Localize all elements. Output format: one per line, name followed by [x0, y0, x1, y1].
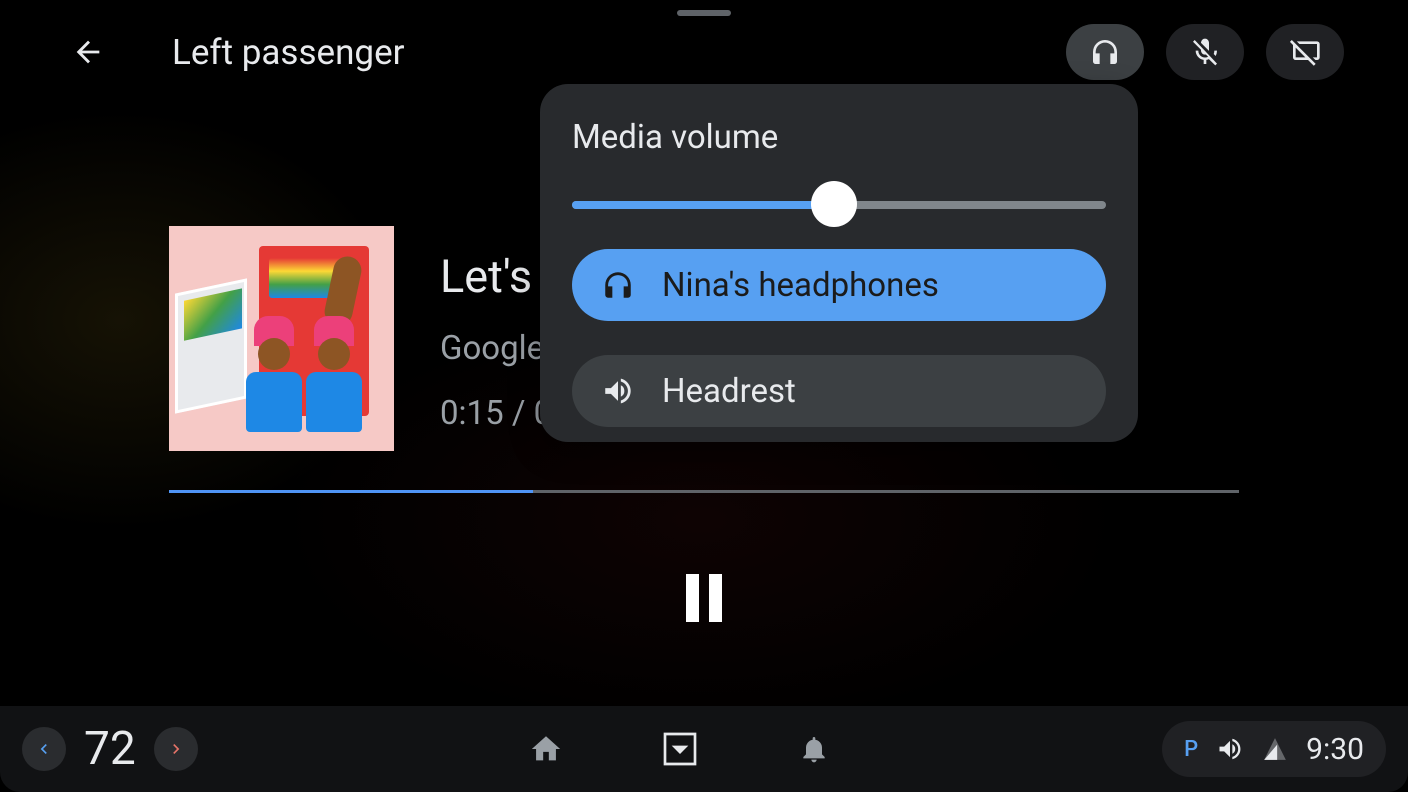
page-title: Left passenger: [172, 32, 405, 73]
headphones-icon: [600, 267, 636, 303]
audio-device-headrest[interactable]: Headrest: [572, 355, 1106, 427]
slider-thumb[interactable]: [811, 181, 857, 227]
mic-off-toggle[interactable]: [1166, 24, 1244, 80]
chevron-down-box-icon: [660, 729, 700, 769]
screen-off-icon: [1289, 36, 1321, 68]
track-title: Let's: [440, 250, 552, 303]
pause-icon: [709, 574, 722, 622]
pause-icon: [686, 574, 699, 622]
bell-icon: [798, 733, 830, 765]
playback-progress[interactable]: [169, 490, 1239, 493]
mic-off-icon: [1189, 36, 1221, 68]
back-button[interactable]: [64, 28, 112, 76]
app-drawer-button[interactable]: [658, 727, 702, 771]
volume-panel: Media volume Nina's headphones Headrest: [540, 84, 1138, 442]
track-time: 0:15 / 0: [440, 394, 552, 433]
elapsed-time: 0:15: [440, 394, 504, 433]
arrow-left-icon: [71, 35, 105, 69]
home-button[interactable]: [524, 727, 568, 771]
volume-slider[interactable]: [572, 195, 1106, 215]
media-row: Let's Google 0:15 / 0: [169, 226, 552, 451]
volume-icon[interactable]: [1216, 735, 1244, 763]
home-icon: [529, 732, 563, 766]
parked-indicator: P: [1184, 737, 1198, 762]
album-art: [169, 226, 394, 451]
chevron-right-icon: [166, 739, 186, 759]
speaker-icon: [600, 373, 636, 409]
audio-device-headphones[interactable]: Nina's headphones: [572, 249, 1106, 321]
temp-down-button[interactable]: [22, 727, 66, 771]
clock: 9:30: [1306, 732, 1364, 767]
signal-icon: [1262, 736, 1288, 762]
drag-handle[interactable]: [677, 10, 731, 16]
headphones-toggle[interactable]: [1066, 24, 1144, 80]
playback-progress-fill: [169, 490, 533, 493]
temp-up-button[interactable]: [154, 727, 198, 771]
chevron-left-icon: [34, 739, 54, 759]
nav-center: [524, 727, 836, 771]
status-cluster: P 9:30: [1162, 721, 1386, 777]
pause-button[interactable]: [686, 574, 722, 622]
header-bar: Left passenger: [0, 22, 1408, 82]
temperature-value: 72: [84, 722, 136, 776]
slider-fill: [572, 201, 834, 209]
cast-off-toggle[interactable]: [1266, 24, 1344, 80]
bottom-bar: 72 P 9:30: [0, 706, 1408, 792]
notifications-button[interactable]: [792, 727, 836, 771]
device-label: Nina's headphones: [662, 266, 939, 305]
device-label: Headrest: [662, 372, 796, 411]
track-artist: Google: [440, 329, 552, 368]
volume-panel-title: Media volume: [572, 118, 1106, 157]
media-meta: Let's Google 0:15 / 0: [440, 226, 552, 451]
headphones-icon: [1089, 36, 1121, 68]
